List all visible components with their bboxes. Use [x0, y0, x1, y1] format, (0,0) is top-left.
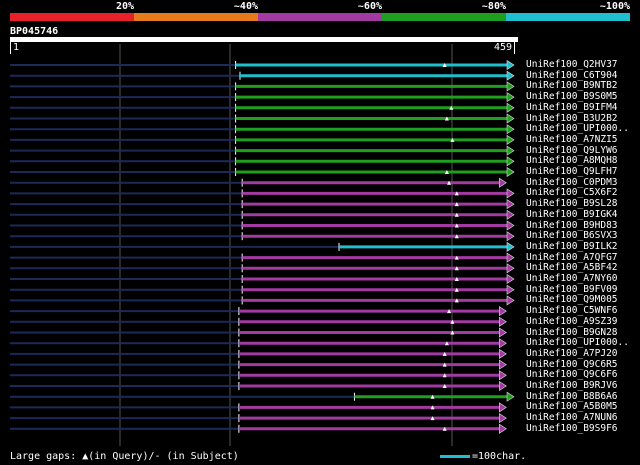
- hit-arrow-head: [506, 92, 515, 103]
- hit-label[interactable]: UniRef100_B3U2B2: [526, 113, 618, 124]
- hit-arrow-head: [506, 252, 515, 263]
- hit-label[interactable]: UniRef100_Q9C6R5: [526, 359, 618, 370]
- hit-label[interactable]: UniRef100_B9S0M5: [526, 91, 618, 102]
- hit-label[interactable]: UniRef100_A8MQH8: [526, 155, 618, 166]
- hit-label[interactable]: UniRef100_UPI000..: [526, 123, 629, 134]
- hit-label[interactable]: UniRef100_B9HD83: [526, 220, 618, 231]
- length-scale-line: [440, 455, 470, 458]
- hit-arrow-head: [506, 199, 515, 210]
- hit-arrow-head: [498, 327, 507, 338]
- hit-label[interactable]: UniRef100_Q9LYW6: [526, 145, 618, 156]
- hit-arrow-head: [506, 273, 515, 285]
- hit-arrow-head: [506, 188, 515, 199]
- hit-arrow-head: [498, 423, 507, 434]
- hit-label[interactable]: UniRef100_B9FV09: [526, 284, 618, 295]
- length-scale-text: =100char.: [472, 451, 527, 462]
- hit-label[interactable]: UniRef100_Q9C6F6: [526, 369, 618, 380]
- hit-arrow-head: [506, 295, 515, 306]
- hit-label[interactable]: UniRef100_B9ILK2: [526, 241, 618, 252]
- hit-label[interactable]: UniRef100_A7NY60: [526, 273, 618, 284]
- hit-arrow-head: [506, 391, 515, 402]
- hit-arrow-head: [506, 113, 515, 124]
- hit-arrow-head: [506, 284, 515, 295]
- hit-arrow-head: [498, 359, 507, 370]
- large-gaps-legend: Large gaps: ▲(in Query)/- (in Subject): [10, 451, 239, 462]
- hit-label[interactable]: UniRef100_A9SZ39: [526, 316, 618, 327]
- hit-label[interactable]: UniRef100_C0PDM3: [526, 177, 618, 188]
- hit-label[interactable]: UniRef100_B9IFM4: [526, 102, 618, 113]
- length-scale-legend: =100char.: [440, 451, 526, 462]
- hit-arrow-head: [498, 413, 507, 424]
- hit-label[interactable]: UniRef100_Q9M005: [526, 294, 618, 305]
- hit-arrow-head: [498, 177, 507, 188]
- hit-arrow-head: [498, 370, 507, 381]
- hit-label[interactable]: UniRef100_Q9LFH7: [526, 166, 618, 177]
- hit-label[interactable]: UniRef100_B9GN28: [526, 327, 618, 338]
- hit-arrow-head: [506, 241, 515, 252]
- hit-label[interactable]: UniRef100_A7NZI5: [526, 134, 618, 145]
- hit-arrow-head: [506, 220, 515, 231]
- hit-arrow-head: [506, 209, 515, 220]
- hit-label[interactable]: UniRef100_A5BF42: [526, 262, 618, 273]
- hit-label[interactable]: UniRef100_A7QFG7: [526, 252, 618, 263]
- hit-arrow-head: [506, 145, 515, 156]
- hit-label[interactable]: UniRef100_B9IGK4: [526, 209, 618, 220]
- hit-label[interactable]: UniRef100_A7PJ20: [526, 348, 618, 359]
- hit-arrow-head: [506, 81, 515, 92]
- hit-label[interactable]: UniRef100_Q2HV37: [526, 59, 618, 70]
- hit-label[interactable]: UniRef100_C5WNF6: [526, 305, 618, 316]
- hit-label[interactable]: UniRef100_B9S9F6: [526, 423, 618, 434]
- hit-arrow-head: [506, 59, 515, 71]
- hit-label[interactable]: UniRef100_A7NUN6: [526, 412, 618, 423]
- hit-arrow-head: [498, 306, 507, 317]
- hit-arrow-head: [506, 263, 515, 274]
- hit-arrow-head: [506, 124, 515, 135]
- hit-label[interactable]: UniRef100_A5B0M5: [526, 401, 618, 412]
- hit-arrow-head: [506, 231, 515, 242]
- hit-arrow-head: [498, 348, 507, 359]
- hit-label[interactable]: UniRef100_B9SL28: [526, 198, 618, 209]
- hit-arrow-head: [506, 70, 515, 81]
- hit-arrow-head: [506, 156, 515, 167]
- hit-label[interactable]: UniRef100_B9RJV6: [526, 380, 618, 391]
- hit-label[interactable]: UniRef100_B9NTB2: [526, 80, 618, 91]
- hit-label[interactable]: UniRef100_B8B6A6: [526, 391, 618, 402]
- hit-arrow-head: [498, 316, 507, 327]
- hit-arrow-head: [506, 166, 515, 178]
- hit-label[interactable]: UniRef100_B6SVX3: [526, 230, 618, 241]
- hit-arrow-head: [506, 102, 515, 113]
- hit-label[interactable]: UniRef100_C5X6F2: [526, 187, 618, 198]
- hit-arrow-head: [506, 134, 515, 145]
- hit-arrow-head: [498, 402, 507, 413]
- hit-label[interactable]: UniRef100_C6T904: [526, 70, 618, 81]
- hit-arrow-head: [498, 338, 507, 349]
- hit-label[interactable]: UniRef100_UPI000..: [526, 337, 629, 348]
- hit-arrow-head: [498, 380, 507, 392]
